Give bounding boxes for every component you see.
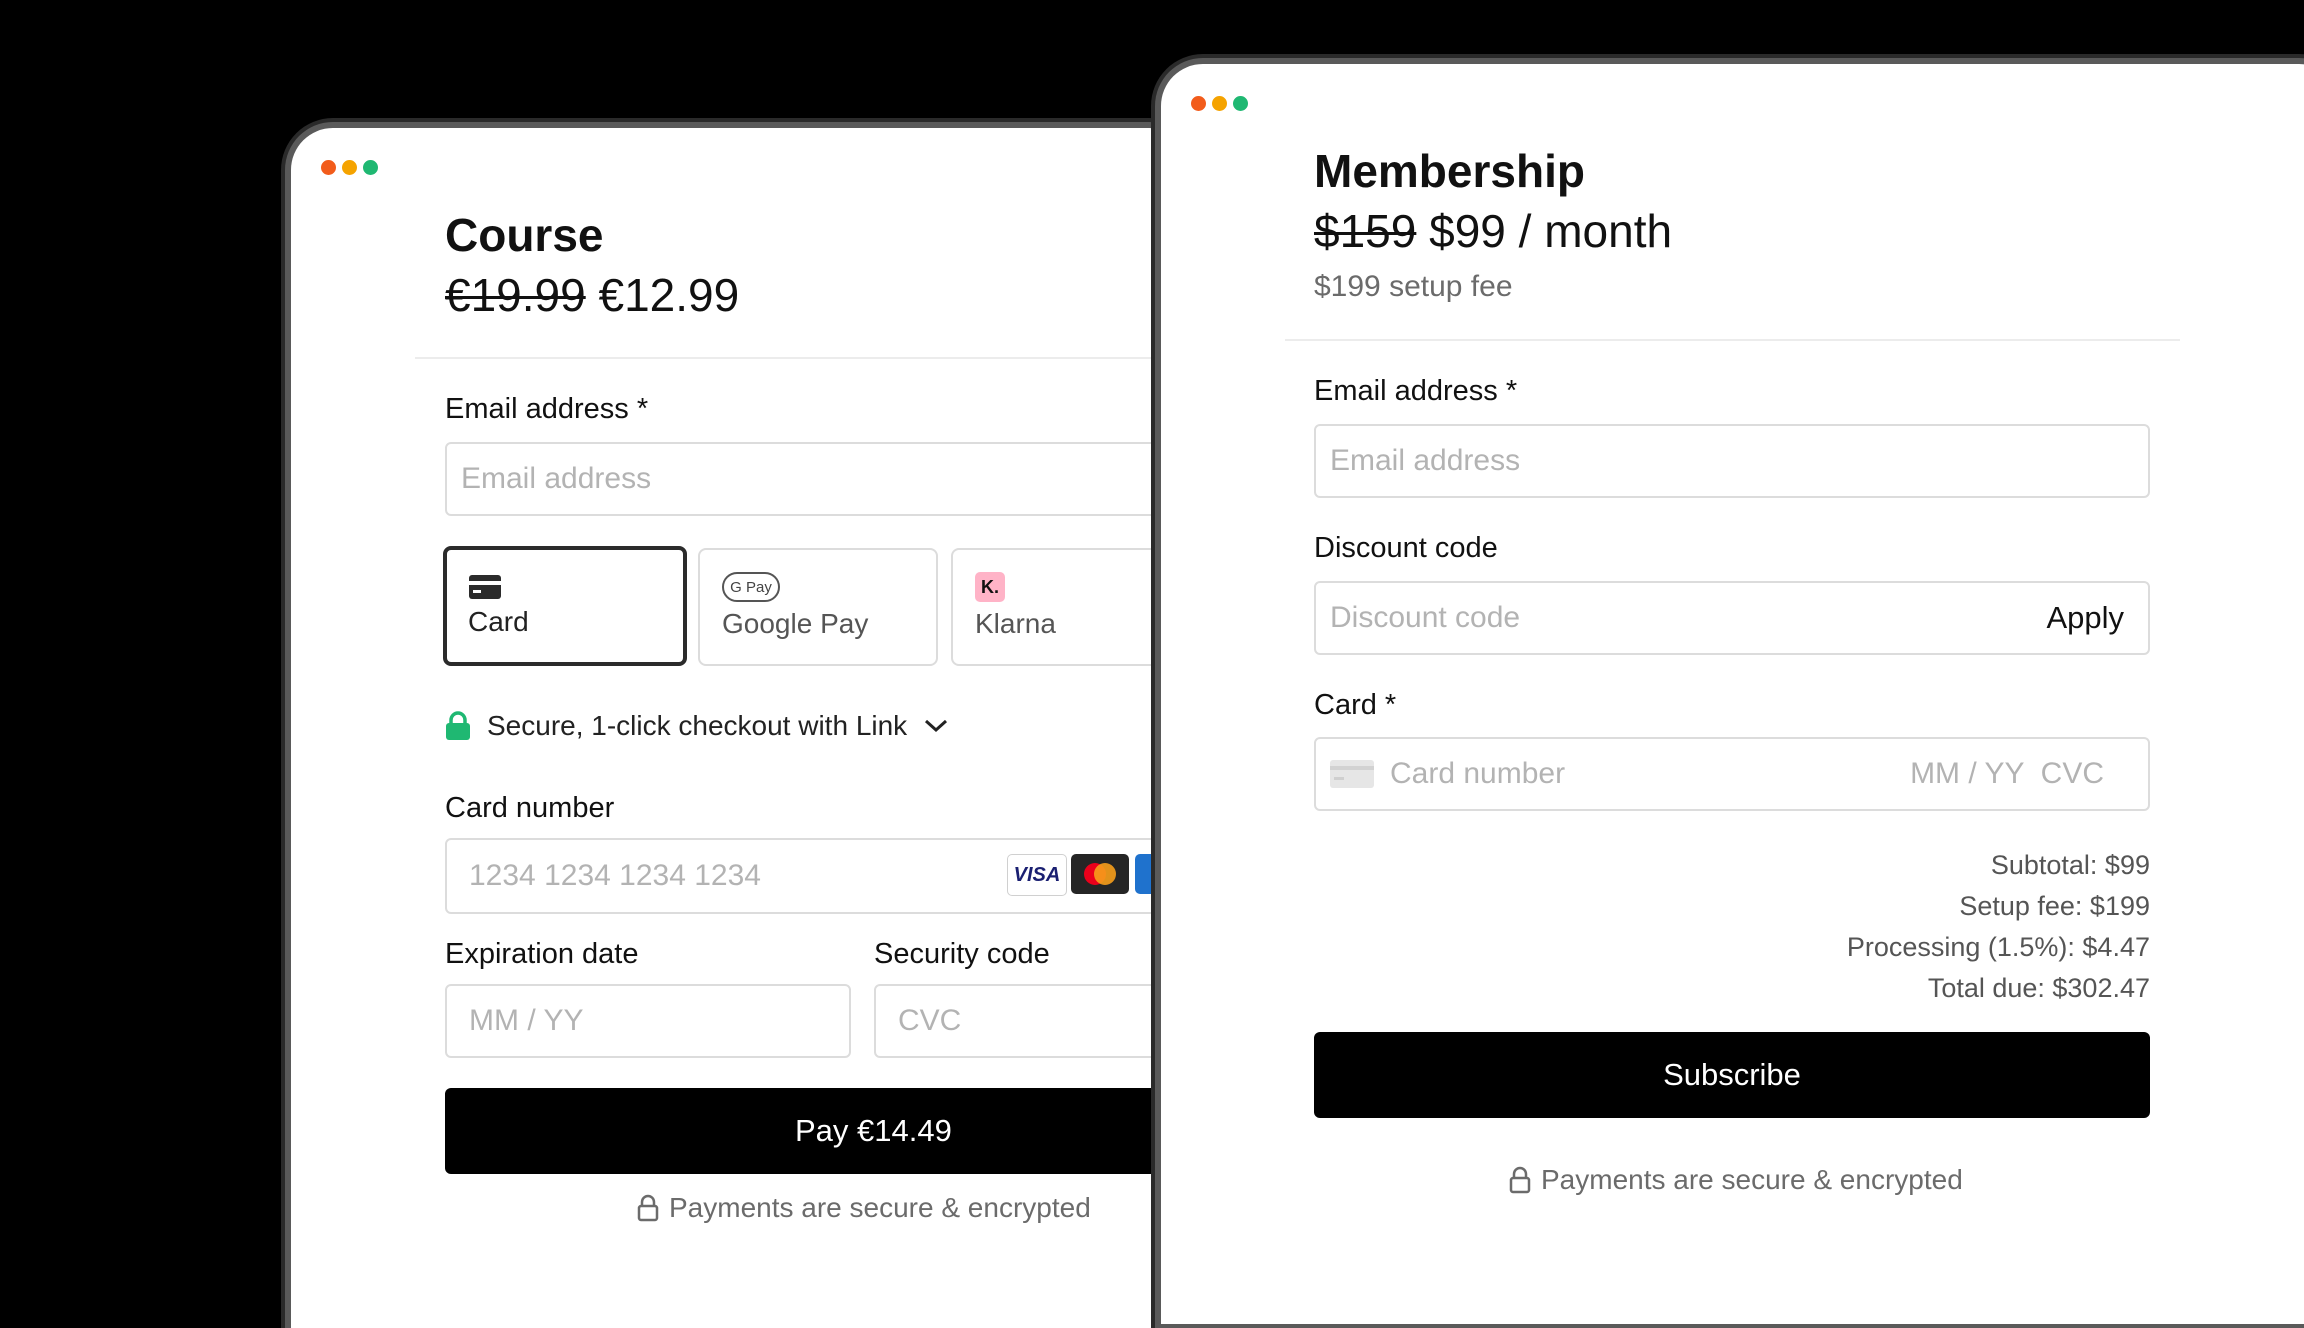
total-due-line: Total due: $302.47 [1927, 973, 2150, 1003]
card-number-group: Card number [1330, 757, 1565, 791]
required-mark: * [1384, 689, 1397, 721]
card-input[interactable]: Card number MM / YY CVC [1314, 737, 2150, 811]
discounted-price: €12.99 [598, 269, 740, 321]
email-input[interactable]: Email address [445, 442, 1191, 516]
card-label-text: Card [1314, 689, 1377, 721]
security-code-label: Security code [874, 938, 1050, 970]
product-title: Membership [1314, 145, 1585, 197]
original-price: €19.99 [445, 269, 586, 321]
close-dot[interactable] [321, 160, 336, 175]
maximize-dot[interactable] [363, 160, 378, 175]
lock-icon [637, 1194, 659, 1222]
email-label: Email address * [1314, 375, 1517, 408]
card-number-placeholder: 1234 1234 1234 1234 [469, 859, 761, 892]
mastercard-circles [1084, 863, 1116, 885]
lock-icon [446, 711, 470, 740]
divider [415, 357, 1191, 359]
link-checkout-toggle[interactable]: Secure, 1-click checkout with Link [445, 710, 949, 742]
discount-code-label: Discount code [1314, 532, 1498, 564]
original-price: $159 [1314, 205, 1417, 257]
subtotal-line: Subtotal: $99 [1990, 850, 2150, 880]
subscribe-button[interactable]: Subscribe [1314, 1032, 2150, 1118]
card-label: Card * [1314, 689, 1396, 722]
apply-button[interactable]: Apply [2046, 600, 2134, 636]
email-label-text: Email address [1314, 375, 1498, 407]
card-number-placeholder: Card number [1390, 757, 1566, 790]
processing-fee-line: Processing (1.5%): $4.47 [1846, 932, 2150, 962]
expiration-input[interactable]: MM / YY [445, 984, 851, 1058]
price: €19.99 €12.99 [445, 268, 739, 322]
email-placeholder: Email address [461, 462, 652, 495]
secure-note: Payments are secure & encrypted [637, 1192, 1091, 1224]
setup-fee-line: Setup fee: $199 [1959, 891, 2150, 921]
email-label: Email address * [445, 393, 648, 426]
discount-code-placeholder: Discount code [1330, 601, 1521, 634]
klarna-icon: K. [975, 572, 1005, 602]
window-controls [1191, 96, 1248, 111]
card-icon [1330, 760, 1374, 788]
visa-text: VISA [1013, 863, 1061, 886]
price: $159 $99 / month [1314, 204, 1672, 258]
course-checkout-window: Course €19.99 €12.99 Email address * Ema… [291, 128, 1191, 1328]
required-mark: * [1505, 375, 1518, 407]
secure-note-text: Payments are secure & encrypted [669, 1192, 1091, 1223]
expiry-cvc-placeholder: MM / YY CVC [1910, 757, 2104, 790]
discounted-price: $99 / month [1429, 205, 1673, 257]
email-label-text: Email address [445, 393, 629, 425]
payment-method-klarna[interactable]: K. Klarna [951, 548, 1191, 666]
security-code-input[interactable]: CVC [874, 984, 1191, 1058]
product-title: Course [445, 209, 604, 261]
pay-button[interactable]: Pay €14.49 [445, 1088, 1191, 1174]
secure-note: Payments are secure & encrypted [1509, 1164, 1963, 1196]
card-icon [469, 575, 501, 599]
expiration-label: Expiration date [445, 938, 639, 970]
setup-fee-note: $199 setup fee [1314, 270, 1513, 303]
discount-code-input[interactable]: Discount code Apply [1314, 581, 2150, 655]
payment-method-label: Klarna [975, 608, 1056, 639]
minimize-dot[interactable] [1212, 96, 1227, 111]
secure-note-text: Payments are secure & encrypted [1541, 1164, 1963, 1195]
close-dot[interactable] [1191, 96, 1206, 111]
expiration-placeholder: MM / YY [469, 1004, 584, 1037]
maximize-dot[interactable] [1233, 96, 1248, 111]
payment-method-label: Card [468, 606, 529, 637]
email-input[interactable]: Email address [1314, 424, 2150, 498]
minimize-dot[interactable] [342, 160, 357, 175]
link-checkout-text: Secure, 1-click checkout with Link [487, 710, 908, 741]
klarna-badge-text: K. [981, 576, 999, 597]
security-code-placeholder: CVC [898, 1004, 962, 1037]
payment-method-label: Google Pay [722, 608, 869, 639]
visa-icon: VISA [1007, 854, 1067, 896]
membership-checkout-window: Membership $159 $99 / month $199 setup f… [1161, 64, 2304, 1324]
payment-method-card[interactable]: Card [443, 546, 687, 666]
window-controls [321, 160, 378, 175]
divider [1285, 339, 2180, 341]
order-summary: Subtotal: $99 Setup fee: $199 Processing… [1314, 845, 2150, 1009]
lock-icon [1509, 1166, 1531, 1194]
required-mark: * [636, 393, 649, 425]
card-number-label: Card number [445, 792, 615, 824]
google-pay-icon: G Pay [722, 572, 780, 602]
email-placeholder: Email address [1330, 444, 1521, 477]
mastercard-icon [1071, 854, 1129, 894]
chevron-down-icon [925, 719, 948, 733]
google-pay-badge-text: G Pay [730, 578, 772, 596]
payment-method-google-pay[interactable]: G Pay Google Pay [698, 548, 938, 666]
